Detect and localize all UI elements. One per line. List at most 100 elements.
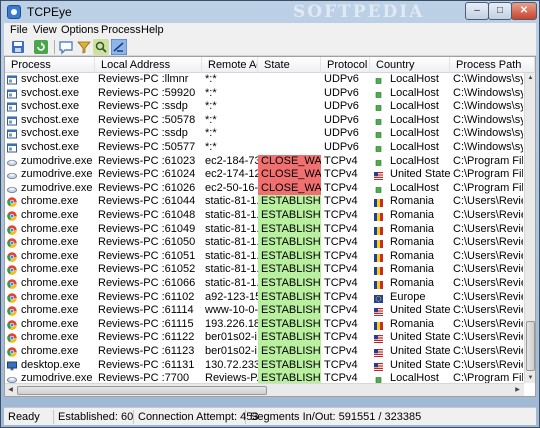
table-row[interactable]: chrome.exe Reviews-PC :61114 www-10-0-...E…: [5, 304, 523, 318]
local-cell: Reviews-PC :61115: [98, 317, 194, 330]
menu-file[interactable]: File: [10, 24, 28, 36]
state-cell: ESTABLISHED: [258, 249, 321, 264]
flag-ro-icon: [374, 321, 383, 330]
table-row[interactable]: chrome.exe Reviews-PC :61123 ber01s02-i...…: [5, 345, 523, 359]
process-cell: desktop.exe: [5, 359, 95, 373]
remote-cell: static-81-1...: [205, 195, 258, 208]
country-cell: LocalHost: [370, 73, 450, 87]
column-header-local-address[interactable]: Local Address: [95, 57, 202, 73]
state-cell: ESTABLISHED: [258, 209, 321, 223]
column-header-process[interactable]: Process: [5, 57, 95, 73]
country-name: LocalHost: [390, 154, 439, 167]
table-row[interactable]: chrome.exe Reviews-PC :61048 static-81-1..…: [5, 209, 523, 223]
table-row[interactable]: svchost.exe Reviews-PC :llmnr *:* UDPv6 C:\W…: [5, 73, 523, 87]
column-header-country[interactable]: Country: [370, 57, 450, 73]
path-cell: C:\Users\Reviews\: [453, 249, 523, 262]
country-cell: Romania: [370, 318, 450, 332]
zumodrive-icon: [6, 184, 18, 194]
column-header-remote-address[interactable]: Remote Ad...: [202, 57, 258, 73]
local-cell: Reviews-PC :61051: [98, 249, 196, 262]
table-row[interactable]: chrome.exe Reviews-PC :61052 static-81-1..…: [5, 263, 523, 277]
table-row[interactable]: chrome.exe Reviews-PC :61102 a92-123-15...…: [5, 290, 523, 305]
process-name: zumodrive.exe: [21, 181, 93, 194]
vertical-scrollbar[interactable]: ▲ ▼: [524, 73, 535, 383]
table-row[interactable]: chrome.exe Reviews-PC :61051 static-81-1..…: [5, 249, 523, 264]
country-name: LocalHost: [390, 127, 439, 140]
process-name: desktop.exe: [21, 358, 81, 371]
local-cell: Reviews-PC :61049: [98, 222, 196, 235]
table-row[interactable]: svchost.exe Reviews-PC :ssdp *:* UDPv6 C:\Wi…: [5, 100, 523, 114]
scroll-up-arrow-icon[interactable]: ▲: [525, 73, 535, 83]
column-header-protocol[interactable]: Protocol: [321, 57, 370, 73]
scroll-down-arrow-icon[interactable]: ▼: [525, 373, 535, 383]
table-row[interactable]: chrome.exe Reviews-PC :61044 static-81-1..…: [5, 195, 523, 209]
flag-ro-icon: [374, 239, 383, 249]
refresh-icon[interactable]: [33, 39, 49, 55]
save-icon[interactable]: [10, 39, 26, 55]
process-name: chrome.exe: [21, 263, 79, 276]
menu-options[interactable]: Options: [61, 24, 99, 36]
table-row[interactable]: zumodrive.exe Reviews-PC :61023 ec2-184-73…: [5, 154, 523, 169]
country-name: LocalHost: [390, 181, 439, 194]
menu-view[interactable]: View: [33, 24, 57, 36]
table-row[interactable]: chrome.exe Reviews-PC :61049 static-81-1..…: [5, 222, 523, 237]
process-cell: chrome.exe: [5, 195, 95, 209]
country-name: Romania: [390, 222, 435, 235]
table-row[interactable]: chrome.exe Reviews-PC :61122 ber01s02-i...…: [5, 331, 523, 345]
table-row[interactable]: svchost.exe Reviews-PC :50578 *:* UDPv6 C:\W…: [5, 114, 523, 128]
process-cell: chrome.exe: [5, 250, 95, 264]
table-row[interactable]: zumodrive.exe Reviews-PC :7700 Reviews-P..…: [5, 372, 523, 383]
protocol-cell: UDPv6: [324, 127, 359, 140]
maximize-button[interactable]: □: [488, 2, 512, 20]
table-row[interactable]: desktop.exe Reviews-PC :61131 130.72.233..…: [5, 358, 523, 373]
horizontal-scrollbar[interactable]: ◀ ▶: [5, 383, 524, 396]
country-cell: LocalHost: [370, 100, 450, 114]
minimize-button[interactable]: –: [465, 2, 489, 20]
table-row[interactable]: chrome.exe Reviews-PC :61066 static-81-1..…: [5, 277, 523, 291]
path-cell: C:\Windows\syste: [453, 113, 523, 126]
close-button[interactable]: ✕: [511, 2, 537, 20]
title-bar[interactable]: TCPEye SOFTPEDIA – □ ✕: [1, 1, 539, 23]
local-cell: Reviews-PC :7700: [98, 372, 190, 383]
state-cell: CLOSE_WAIT: [258, 154, 321, 169]
state-cell: ESTABLISHED: [258, 358, 321, 373]
column-header-state[interactable]: State: [258, 57, 321, 73]
vertical-scroll-thumb[interactable]: [526, 321, 535, 371]
tcpeye-app-icon: [7, 5, 21, 19]
flag-local-icon: [374, 103, 383, 111]
table-row[interactable]: svchost.exe Reviews-PC :ssdp *:* UDPv6 C:\Wi…: [5, 127, 523, 141]
remote-cell: ec2-50-16-...: [205, 181, 258, 194]
menu-help[interactable]: Help: [141, 24, 164, 36]
scroll-right-arrow-icon[interactable]: ▶: [512, 385, 523, 395]
connections-list[interactable]: Process Local Address Remote Ad... State…: [4, 56, 536, 397]
process-cell: chrome.exe: [5, 223, 95, 237]
remote-cell: www-10-0-...: [205, 304, 258, 317]
table-row[interactable]: zumodrive.exe Reviews-PC :61026 ec2-50-16-…: [5, 181, 523, 196]
country-cell: Romania: [370, 223, 450, 237]
search-icon[interactable]: [93, 39, 109, 55]
table-row[interactable]: svchost.exe Reviews-PC :50577 *:* UDPv6 C:\W…: [5, 141, 523, 155]
state-cell: ESTABLISHED: [258, 372, 321, 383]
scroll-left-arrow-icon[interactable]: ◀: [5, 385, 16, 395]
comment-icon[interactable]: [58, 39, 74, 55]
process-cell: svchost.exe: [5, 127, 95, 141]
protocol-cell: TCPv4: [324, 317, 358, 330]
local-cell: Reviews-PC :61114: [98, 304, 194, 317]
remote-cell: 130.72.233...: [205, 358, 258, 371]
country-name: Romania: [390, 263, 435, 276]
process-name: zumodrive.exe: [21, 372, 93, 383]
chrome-icon: [7, 238, 17, 248]
process-name: svchost.exe: [21, 100, 80, 113]
process-name: svchost.exe: [21, 86, 80, 99]
process-cell: zumodrive.exe: [5, 372, 95, 383]
horizontal-scroll-thumb[interactable]: [17, 386, 267, 395]
menu-process[interactable]: Process: [101, 24, 141, 36]
table-row[interactable]: svchost.exe Reviews-PC :59920 *:* UDPv6 C:\W…: [5, 87, 523, 101]
table-row[interactable]: chrome.exe Reviews-PC :61050 static-81-1..…: [5, 236, 523, 250]
options-icon[interactable]: [110, 38, 128, 56]
filter-icon[interactable]: [76, 39, 92, 55]
column-header-process-path[interactable]: Process Path: [450, 57, 535, 73]
table-row[interactable]: chrome.exe Reviews-PC :61115 193.226.189..…: [5, 317, 523, 332]
country-name: Romania: [390, 209, 435, 221]
table-row[interactable]: zumodrive.exe Reviews-PC :61024 ec2-174-12…: [5, 168, 523, 182]
